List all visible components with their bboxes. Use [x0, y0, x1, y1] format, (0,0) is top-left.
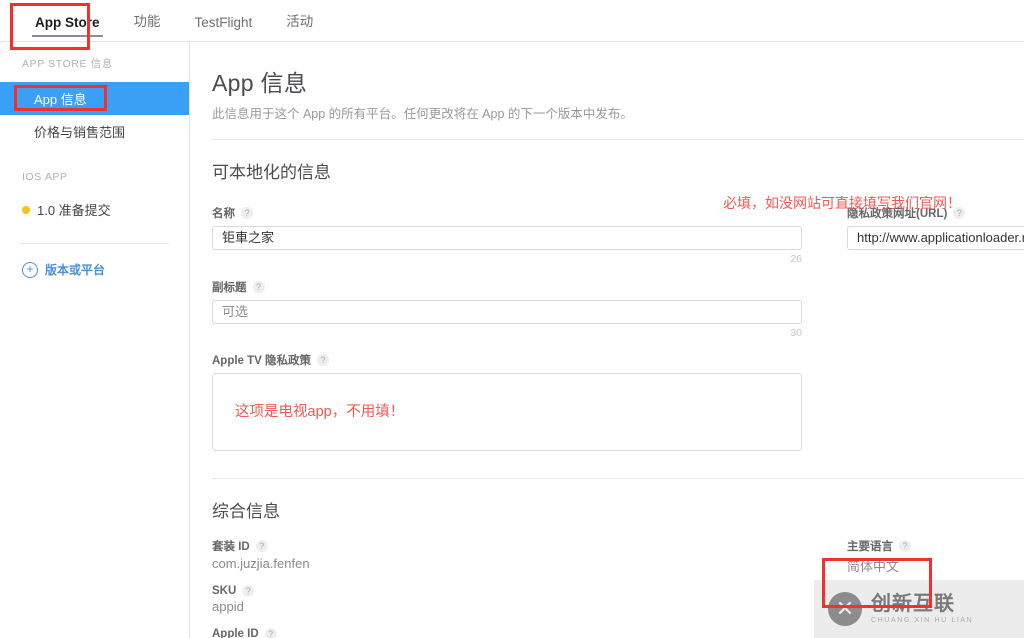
privacy-url-input[interactable]: [847, 226, 1024, 250]
circle-x-logo-icon: ✕: [828, 592, 862, 626]
watermark: ✕ 创新互联 CHUANG XIN HU LIAN: [814, 580, 1024, 638]
primary-language-value: 简体中文: [847, 559, 900, 574]
name-counter: 26: [790, 253, 802, 265]
sku-label-text: SKU: [212, 585, 237, 597]
page-body: APP STORE 信息 App 信息 价格与销售范围 IOS APP 1.0 …: [0, 42, 1024, 638]
sidebar-group-app-store-info: APP STORE 信息: [22, 58, 113, 70]
help-icon-sku[interactable]: ?: [242, 585, 255, 597]
watermark-text: 创新互联 CHUANG XIN HU LIAN: [871, 593, 974, 625]
help-icon-bundle-id[interactable]: ?: [255, 540, 268, 552]
primary-language-label-text: 主要语言: [847, 541, 893, 553]
watermark-en: CHUANG XIN HU LIAN: [871, 617, 974, 624]
privacy-url-field-group: 隐私政策网址(URL) ?: [847, 205, 1024, 265]
tab-features[interactable]: 功能: [117, 10, 178, 41]
help-icon-apple-tv-privacy[interactable]: ?: [317, 354, 330, 366]
section-title-localizable: 可本地化的信息: [212, 163, 331, 182]
annotation-tv-not-needed: 这项是电视app，不用填！: [235, 404, 405, 420]
sidebar-item-pricing[interactable]: 价格与销售范围: [0, 115, 189, 148]
subtitle-field-group: 副标题 ? 30: [212, 279, 1024, 339]
primary-language-label: 主要语言 ?: [847, 538, 1024, 554]
bundle-id-label: 套装 ID ?: [212, 538, 802, 554]
subtitle-label-text: 副标题: [212, 282, 247, 294]
plus-circle-icon: +: [22, 261, 38, 278]
apple-id-label-text: Apple ID: [212, 628, 259, 638]
help-icon-name[interactable]: ?: [241, 207, 253, 219]
apple-tv-privacy-textarea[interactable]: 这项是电视app，不用填！: [212, 373, 802, 451]
help-icon-primary-language[interactable]: ?: [899, 540, 911, 552]
help-icon-apple-id[interactable]: ?: [264, 628, 277, 638]
general-info-left: 套装 ID ? com.juzjia.fenfen SKU ? appid Ap…: [212, 538, 802, 638]
name-field-group: 名称 ? 26: [212, 205, 802, 265]
subtitle-label: 副标题 ?: [212, 279, 1024, 295]
sidebar-item-version-1-0[interactable]: 1.0 准备提交: [0, 194, 189, 225]
top-navigation: App Store 功能 TestFlight 活动: [0, 0, 1024, 42]
apple-tv-privacy-label-text: Apple TV 隐私政策: [212, 355, 312, 367]
tab-app-store[interactable]: App Store: [18, 15, 117, 41]
page-title: App 信息: [212, 70, 308, 96]
add-version-label: 版本或平台: [45, 263, 106, 277]
annotation-privacy-required: 必填，如没网站可直接填写我们官网！: [723, 195, 961, 211]
sidebar-version-label: 1.0 准备提交: [37, 203, 111, 218]
apple-id-label: Apple ID ?: [212, 628, 802, 638]
name-label-text: 名称: [212, 208, 235, 220]
sidebar-group-ios-app: IOS APP: [22, 171, 68, 183]
apple-tv-privacy-label: Apple TV 隐私政策 ?: [212, 352, 1024, 368]
add-version-or-platform-button[interactable]: + 版本或平台: [0, 244, 189, 278]
sidebar-item-app-info[interactable]: App 信息: [0, 82, 189, 115]
section-title-general: 综合信息: [212, 502, 280, 521]
name-label: 名称 ?: [212, 205, 802, 221]
tab-activity[interactable]: 活动: [269, 10, 330, 41]
name-input[interactable]: [212, 226, 802, 250]
page-subtitle: 此信息用于这个 App 的所有平台。任何更改将在 App 的下一个版本中发布。: [212, 107, 633, 121]
subtitle-input[interactable]: [212, 300, 802, 324]
watermark-cn: 创新互联: [871, 593, 955, 615]
apple-tv-privacy-group: Apple TV 隐私政策 ? 这项是电视app，不用填！: [212, 352, 1024, 451]
section-divider-general: [212, 478, 1024, 479]
help-icon-subtitle[interactable]: ?: [252, 281, 265, 293]
section-divider-top: [212, 139, 1024, 140]
tab-testflight[interactable]: TestFlight: [178, 15, 270, 41]
sidebar: APP STORE 信息 App 信息 价格与销售范围 IOS APP 1.0 …: [0, 42, 190, 638]
subtitle-counter: 30: [790, 327, 802, 339]
bundle-id-value: com.juzjia.fenfen: [212, 556, 310, 571]
sku-value: appid: [212, 599, 244, 614]
bundle-id-label-text: 套装 ID: [212, 541, 250, 553]
main-content: App 信息 此信息用于这个 App 的所有平台。任何更改将在 App 的下一个…: [190, 42, 1024, 638]
status-dot-icon: [22, 205, 30, 214]
sku-label: SKU ?: [212, 585, 802, 597]
